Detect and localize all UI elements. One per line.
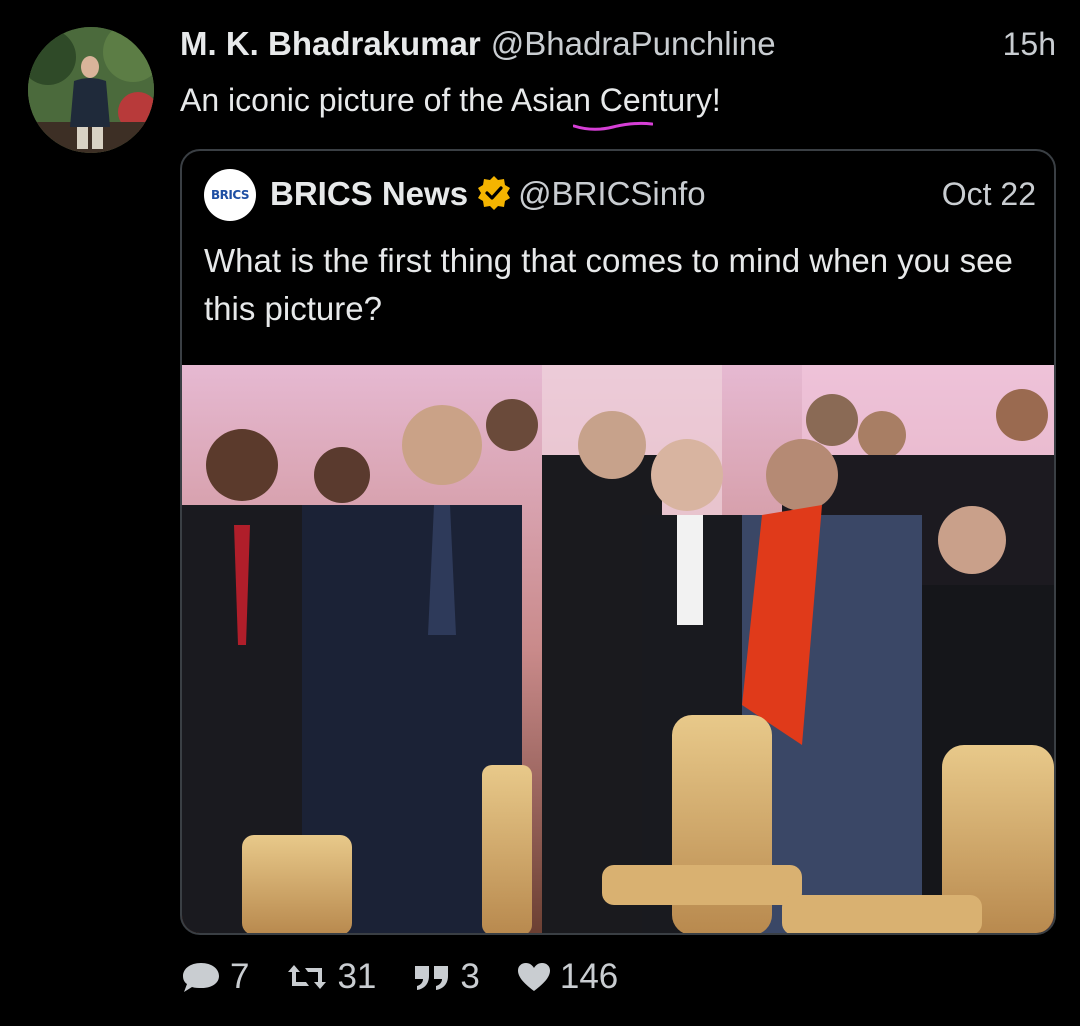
photo-of-leaders-icon [182, 365, 1054, 933]
heart-icon [516, 961, 552, 993]
quoted-tweet-text: What is the first thing that comes to mi… [204, 242, 1013, 327]
tweet-header: M. K. Bhadrakumar @BhadraPunchline 15h [180, 22, 1056, 66]
quoted-tweet-date[interactable]: Oct 22 [942, 171, 1036, 217]
tweet-timestamp[interactable]: 15h [1003, 22, 1056, 66]
reply-count: 7 [230, 957, 250, 996]
quoted-tweet-header: BRICS News @BRICSinfo Oct 22 [270, 171, 1036, 217]
author-avatar[interactable] [28, 27, 154, 153]
verified-badge-icon [478, 176, 511, 211]
quoted-author-handle[interactable]: @BRICSinfo [518, 175, 706, 212]
quote-count: 3 [460, 957, 480, 996]
tweet-actions: 7 31 3 146 [180, 952, 654, 1002]
quoted-tweet-photo[interactable] [182, 365, 1054, 933]
author-display-name[interactable]: M. K. Bhadrakumar [180, 25, 481, 62]
retweet-count: 31 [337, 957, 377, 996]
retweet-icon [285, 961, 329, 993]
quote-tweets-button[interactable]: 3 [412, 957, 480, 997]
reply-button[interactable]: 7 [180, 957, 249, 997]
retweet-button[interactable]: 31 [285, 957, 376, 997]
like-button[interactable]: 146 [516, 957, 618, 997]
quoted-author-avatar[interactable]: BRICS [204, 169, 256, 221]
spellcheck-underline-icon [573, 121, 653, 131]
author-handle[interactable]: @BhadraPunchline [491, 25, 776, 62]
brics-logo: BRICS [210, 188, 250, 202]
quoted-author-display-name[interactable]: BRICS News [270, 175, 468, 212]
quoted-tweet-card[interactable]: BRICS BRICS News @BRICSinfo Oct 22 What … [180, 149, 1056, 935]
tweet-text: An iconic picture of the Asian Century! [180, 82, 721, 118]
reply-icon [180, 960, 222, 994]
like-count: 146 [559, 957, 619, 996]
quote-icon [412, 962, 452, 992]
profile-photo-icon [28, 27, 154, 153]
